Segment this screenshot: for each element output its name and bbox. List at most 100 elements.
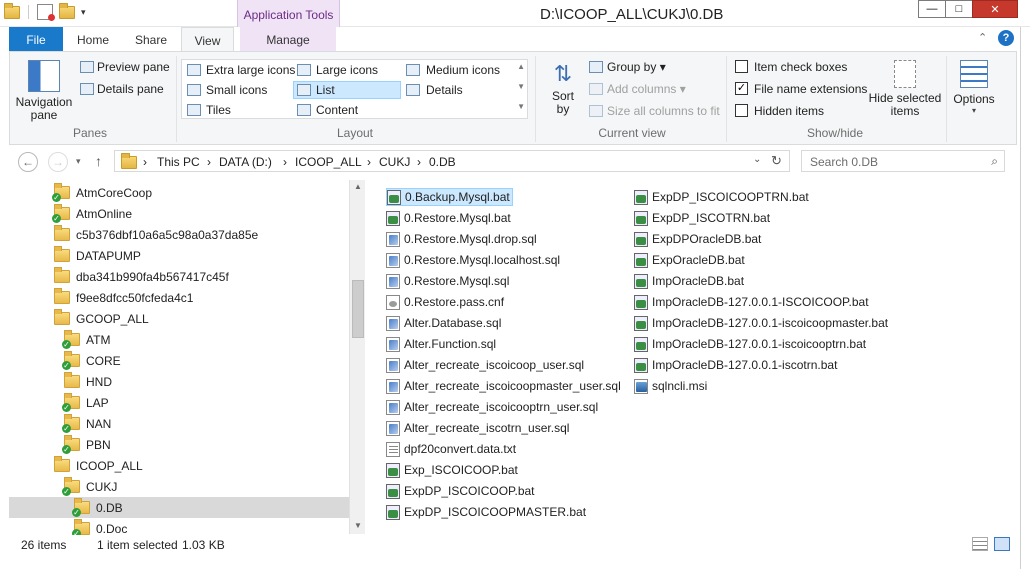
file-item[interactable]: Alter_recreate_iscoicoopmaster_user.sql bbox=[386, 377, 621, 395]
layout-expand-icon[interactable]: ▼ bbox=[517, 102, 525, 111]
file-item[interactable]: 0.Restore.Mysql.bat bbox=[386, 209, 511, 227]
back-button[interactable]: ← bbox=[18, 152, 38, 172]
address-dropdown-icon[interactable]: ⌄ bbox=[753, 154, 761, 165]
details-view-icon[interactable] bbox=[972, 537, 988, 551]
item-check-boxes-checkbox[interactable] bbox=[735, 60, 748, 73]
up-button[interactable]: ↑ bbox=[95, 153, 102, 169]
hidden-items-checkbox[interactable] bbox=[735, 104, 748, 117]
file-item[interactable]: ExpDP_ISCOTRN.bat bbox=[634, 209, 770, 227]
properties-icon[interactable] bbox=[37, 4, 55, 21]
group-by-button[interactable]: Group by ▾ bbox=[607, 60, 666, 74]
file-item[interactable]: Alter_recreate_iscotrn_user.sql bbox=[386, 419, 569, 437]
layout-medium-icons[interactable]: Medium icons bbox=[426, 63, 500, 77]
file-item[interactable]: ImpOracleDB.bat bbox=[634, 272, 744, 290]
file-item[interactable]: ExpOracleDB.bat bbox=[634, 251, 745, 269]
preview-pane-button[interactable]: Preview pane bbox=[97, 60, 170, 74]
tab-share[interactable]: Share bbox=[124, 27, 178, 52]
tree-item[interactable]: LAP bbox=[62, 392, 109, 413]
tree-item[interactable]: ICOOP_ALL bbox=[54, 455, 143, 476]
file-item[interactable]: dpf20convert.data.txt bbox=[386, 440, 516, 458]
file-item[interactable]: Alter.Function.sql bbox=[386, 335, 496, 353]
file-item[interactable]: Alter_recreate_iscoicooptrn_user.sql bbox=[386, 398, 598, 416]
scroll-down-icon[interactable]: ▼ bbox=[354, 521, 362, 530]
tree-item[interactable]: CORE bbox=[62, 350, 121, 371]
search-icon[interactable]: ⌕ bbox=[991, 154, 998, 169]
layout-tiles[interactable]: Tiles bbox=[206, 103, 231, 117]
tree-item[interactable]: NAN bbox=[62, 413, 111, 434]
file-item[interactable]: ImpOracleDB-127.0.0.1-iscotrn.bat bbox=[634, 356, 837, 374]
breadcrumb-icoop-all[interactable]: ICOOP_ALL bbox=[295, 155, 362, 169]
file-item[interactable]: ExpDP_ISCOICOOPMASTER.bat bbox=[386, 503, 586, 521]
navigation-pane-button[interactable]: Navigation pane bbox=[14, 58, 74, 122]
forward-button[interactable]: → bbox=[48, 152, 68, 172]
collapse-ribbon-icon[interactable]: ⌃ bbox=[978, 31, 987, 44]
file-item[interactable]: ImpOracleDB-127.0.0.1-ISCOICOOP.bat bbox=[634, 293, 869, 311]
address-bar[interactable]: › This PC › DATA (D:) › ICOOP_ALL › CUKJ… bbox=[114, 150, 790, 172]
close-button[interactable]: ✕ bbox=[972, 0, 1018, 18]
maximize-button[interactable]: □ bbox=[945, 0, 973, 18]
recent-locations-icon[interactable]: ▾ bbox=[76, 156, 81, 167]
layout-extra-large-icons[interactable]: Extra large icons bbox=[206, 63, 295, 77]
tree-item[interactable]: PBN bbox=[62, 434, 111, 455]
breadcrumb-this-pc[interactable]: This PC bbox=[157, 155, 200, 169]
tab-manage[interactable]: Manage bbox=[240, 27, 336, 52]
tree-item[interactable]: c5b376dbf10a6a5c98a0a37da85e bbox=[54, 224, 258, 245]
tab-home[interactable]: Home bbox=[68, 27, 118, 52]
file-item[interactable]: sqlncli.msi bbox=[634, 377, 707, 395]
tree-item[interactable]: HND bbox=[64, 371, 112, 392]
scroll-thumb[interactable] bbox=[352, 280, 364, 338]
add-columns-button[interactable]: Add columns ▾ bbox=[607, 82, 686, 96]
file-item[interactable]: ExpDPOracleDB.bat bbox=[634, 230, 761, 248]
breadcrumb-cukj[interactable]: CUKJ bbox=[379, 155, 410, 169]
size-all-columns-button[interactable]: Size all columns to fit bbox=[607, 104, 720, 118]
file-item[interactable]: Alter_recreate_iscoicoop_user.sql bbox=[386, 356, 584, 374]
hide-selected-items-label: Hide selected items bbox=[868, 91, 942, 118]
refresh-icon[interactable]: ↻ bbox=[771, 153, 782, 169]
large-icons-view-icon[interactable] bbox=[994, 537, 1010, 551]
file-item[interactable]: ImpOracleDB-127.0.0.1-iscoicoopmaster.ba… bbox=[634, 314, 888, 332]
file-item[interactable]: 0.Restore.Mysql.drop.sql bbox=[386, 230, 537, 248]
layout-details[interactable]: Details bbox=[426, 83, 463, 97]
file-item[interactable]: ExpDP_ISCOICOOPTRN.bat bbox=[634, 188, 809, 206]
file-item[interactable]: 0.Restore.Mysql.sql bbox=[386, 272, 509, 290]
scroll-up-icon[interactable]: ▲ bbox=[354, 182, 362, 191]
help-icon[interactable]: ? bbox=[998, 30, 1014, 46]
file-item[interactable]: 0.Restore.pass.cnf bbox=[386, 293, 504, 311]
minimize-button[interactable]: — bbox=[918, 0, 946, 18]
options-button[interactable]: Options ▾ bbox=[950, 60, 998, 124]
tree-item[interactable]: GCOOP_ALL bbox=[54, 308, 149, 329]
tree-item[interactable]: 0.DB bbox=[72, 497, 123, 518]
file-item[interactable]: 0.Backup.Mysql.bat bbox=[386, 188, 513, 206]
tree-item[interactable]: DATAPUMP bbox=[54, 245, 141, 266]
details-pane-button[interactable]: Details pane bbox=[97, 82, 164, 96]
tree-item[interactable]: CUKJ bbox=[62, 476, 117, 497]
tree-item[interactable]: ATM bbox=[62, 329, 110, 350]
tree-item[interactable]: AtmCoreCoop bbox=[52, 182, 152, 203]
breadcrumb-0db[interactable]: 0.DB bbox=[429, 155, 456, 169]
customize-qat-icon[interactable]: ▾ bbox=[81, 7, 86, 18]
tab-view[interactable]: View bbox=[181, 27, 234, 52]
file-item[interactable]: 0.Restore.Mysql.localhost.sql bbox=[386, 251, 560, 269]
file-name-extensions-checkbox[interactable]: ✓ bbox=[735, 82, 748, 95]
tab-file[interactable]: File bbox=[9, 27, 63, 52]
tree-item[interactable]: 0.Doc bbox=[72, 518, 127, 535]
layout-scroll-down-icon[interactable]: ▼ bbox=[517, 82, 525, 91]
layout-large-icons[interactable]: Large icons bbox=[316, 63, 378, 77]
sort-by-button[interactable]: ⇅ Sort by bbox=[543, 60, 583, 122]
file-item[interactable]: ExpDP_ISCOICOOP.bat bbox=[386, 482, 535, 500]
file-item[interactable]: ImpOracleDB-127.0.0.1-iscoicooptrn.bat bbox=[634, 335, 866, 353]
file-item[interactable]: Exp_ISCOICOOP.bat bbox=[386, 461, 518, 479]
layout-list[interactable]: List bbox=[316, 83, 335, 97]
layout-content[interactable]: Content bbox=[316, 103, 358, 117]
file-item[interactable]: Alter.Database.sql bbox=[386, 314, 501, 332]
breadcrumb-data-drive[interactable]: DATA (D:) bbox=[219, 155, 272, 169]
layout-scroll-up-icon[interactable]: ▲ bbox=[517, 62, 525, 71]
tree-item[interactable]: AtmOnline bbox=[52, 203, 132, 224]
new-folder-icon[interactable] bbox=[59, 2, 75, 19]
tree-item[interactable]: f9ee8dfcc50fcfeda4c1 bbox=[54, 287, 193, 308]
search-box[interactable]: Search 0.DB ⌕ bbox=[801, 150, 1005, 172]
layout-small-icons[interactable]: Small icons bbox=[206, 83, 267, 97]
tree-item[interactable]: dba341b990fa4b567417c45f bbox=[54, 266, 229, 287]
tree-scrollbar[interactable]: ▲ ▼ bbox=[349, 180, 365, 534]
hide-selected-items-button[interactable]: Hide selected items bbox=[865, 60, 945, 124]
